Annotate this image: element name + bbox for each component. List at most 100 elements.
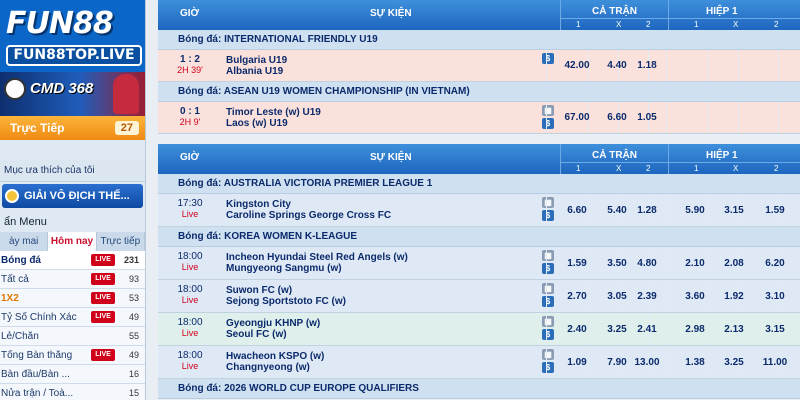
stats-icon[interactable]: $ [542, 263, 554, 274]
odds-cell[interactable]: 1.18 [630, 60, 664, 71]
odds-cell[interactable]: 2.70 [560, 291, 594, 302]
sport-item[interactable]: Bóng đá LIVE 231 [0, 251, 145, 270]
match-row: 18:00 Live Incheon Hyundai Steel Red Angel… [158, 247, 800, 280]
odds-cell[interactable]: 1.59 [560, 258, 594, 269]
league-header[interactable]: Bóng đá: INTERNATIONAL FRIENDLY U19 [158, 30, 800, 50]
odds-cell[interactable]: 2.41 [630, 324, 664, 335]
brand-logo[interactable]: FUN88 FUN88TOP.LIVE [0, 0, 145, 72]
sport-item-label: Tất cả [1, 273, 29, 285]
odds-cell[interactable]: 4.80 [630, 258, 664, 269]
match-time: 17:30 Live [158, 198, 222, 219]
odds-cell[interactable]: 1.38 [678, 357, 712, 368]
field-view-icon[interactable]: ▦ [542, 105, 554, 116]
odds-cell[interactable]: 2.39 [630, 291, 664, 302]
home-team: Incheon Hyundai Steel Red Angels (w) [226, 252, 408, 263]
odds-cell[interactable]: 3.50 [600, 258, 634, 269]
odds-cell[interactable]: 11.00 [758, 357, 792, 368]
odds-cell[interactable]: 2.98 [678, 324, 712, 335]
stats-icon[interactable]: $ [542, 329, 554, 340]
away-team: Changnyeong (w) [226, 362, 310, 373]
away-team: Albania U19 [226, 66, 284, 77]
promo-banner[interactable]: CMD 368 [0, 72, 145, 116]
match-time-primary: 1 : 2 [179, 54, 200, 65]
stats-icon[interactable]: $ [542, 362, 554, 373]
odds-cell[interactable]: 3.25 [600, 324, 634, 335]
odds-cell[interactable]: 67.00 [560, 112, 594, 123]
odds-cell[interactable]: 1.09 [560, 357, 594, 368]
match-teams[interactable]: Timor Leste (w) U19 Laos (w) U19 [226, 107, 526, 129]
match-teams[interactable]: Incheon Hyundai Steel Red Angels (w) Mung… [226, 252, 526, 274]
odds-cell[interactable]: 4.40 [600, 60, 634, 71]
odds-cell[interactable]: 6.60 [560, 205, 594, 216]
match-time-primary: 18:00 [177, 317, 203, 328]
sport-item[interactable]: Lẻ/Chẵn 55 [0, 327, 145, 346]
home-team: Kingston City [226, 199, 291, 210]
odds-cell[interactable]: 6.60 [600, 112, 634, 123]
odds-cell[interactable]: 3.60 [678, 291, 712, 302]
odds-cell[interactable]: 42.00 [560, 60, 594, 71]
odds-cell[interactable]: 1.59 [758, 205, 792, 216]
favorites-link[interactable]: Mục ưa thích của tôi [0, 160, 145, 182]
odds-cell[interactable]: 3.05 [600, 291, 634, 302]
odds-cell[interactable]: 3.25 [717, 357, 751, 368]
odds-cell[interactable]: 2.08 [717, 258, 751, 269]
odds-cell[interactable]: 5.40 [600, 205, 634, 216]
tab-live[interactable]: Trực tiếp [96, 232, 145, 251]
live-button[interactable]: Trực Tiếp 27 [0, 116, 145, 140]
league-header[interactable]: Bóng đá: 2026 WORLD CUP EUROPE QUALIFIER… [158, 379, 800, 399]
match-row: 18:00 Live Hwacheon KSPO (w) Changnyeong (w… [158, 346, 800, 379]
field-view-icon[interactable]: ▦ [542, 349, 554, 360]
tournament-button[interactable]: GIẢI VÔ ĐỊCH THẾ... [2, 184, 143, 208]
field-view-icon[interactable]: ▦ [542, 250, 554, 261]
odds-cell[interactable]: 13.00 [630, 357, 664, 368]
tab-today[interactable]: Hôm nay [48, 232, 97, 251]
league-header[interactable]: Bóng đá: KOREA WOMEN K-LEAGUE [158, 227, 800, 247]
odds-cell[interactable]: 5.90 [678, 205, 712, 216]
header-sub-col: 1 [576, 164, 581, 173]
match-teams[interactable]: Gyeongju KHNP (w) Seoul FC (w) [226, 318, 526, 340]
odds-cell[interactable]: 1.28 [630, 205, 664, 216]
match-teams[interactable]: Suwon FC (w) Sejong Sportstoto FC (w) [226, 285, 526, 307]
field-view-icon[interactable]: ▦ [542, 316, 554, 327]
match-time: 1 : 2 2H 39' [158, 54, 222, 75]
sport-item[interactable]: Bàn đầu/Bàn ... 16 [0, 365, 145, 384]
odds-cell[interactable]: 2.13 [717, 324, 751, 335]
live-label: Trực Tiếp [10, 121, 65, 135]
header-event: SỰ KIỆN [370, 8, 412, 19]
field-view-icon[interactable]: ▦ [542, 197, 554, 208]
sport-item[interactable]: Tất cả LIVE 93 [0, 270, 145, 289]
odds-cell[interactable]: 2.40 [560, 324, 594, 335]
odds-cell[interactable]: 7.90 [600, 357, 634, 368]
sport-item[interactable]: Tỷ Số Chính Xác LIVE 49 [0, 308, 145, 327]
league-header[interactable]: Bóng đá: ASEAN U19 WOMEN CHAMPIONSHIP (I… [158, 82, 800, 102]
table-header: GIỜ SỰ KIỆN CẢ TRẬN HIỆP 1 1 X 2 1 X 2 [158, 144, 800, 174]
match-icons: ▦ $ [542, 283, 556, 309]
sport-item[interactable]: Nửa trận / Toà... 15 [0, 384, 145, 400]
odds-cell[interactable]: 1.05 [630, 112, 664, 123]
header-sub-col: 1 [576, 20, 581, 29]
league-header[interactable]: Bóng đá: AUSTRALIA VICTORIA PREMIER LEAG… [158, 174, 800, 194]
stats-icon[interactable]: $ [542, 53, 554, 64]
sport-item-count: 55 [128, 331, 139, 341]
stats-icon[interactable]: $ [542, 296, 554, 307]
match-teams[interactable]: Hwacheon KSPO (w) Changnyeong (w) [226, 351, 526, 373]
hide-menu-toggle[interactable]: ẩn Menu [0, 212, 145, 232]
sport-item[interactable]: 1X2 LIVE 53 [0, 289, 145, 308]
match-teams[interactable]: Kingston City Caroline Springs George Cro… [226, 199, 526, 221]
match-icons: ▦ $ [542, 316, 556, 342]
live-badge: LIVE [91, 311, 115, 323]
odds-cell[interactable]: 3.15 [758, 324, 792, 335]
odds-cell[interactable]: 3.15 [717, 205, 751, 216]
match-teams[interactable]: Bulgaria U19 Albania U19 [226, 55, 526, 77]
tab-tomorrow[interactable]: ày mai [0, 232, 49, 251]
odds-cell[interactable]: 3.10 [758, 291, 792, 302]
stats-icon[interactable]: $ [542, 210, 554, 221]
odds-cell[interactable]: 6.20 [758, 258, 792, 269]
sport-item[interactable]: Tổng Bàn thắng LIVE 49 [0, 346, 145, 365]
odds-cell[interactable]: 1.92 [717, 291, 751, 302]
header-time: GIỜ [180, 152, 200, 163]
stats-icon[interactable]: $ [542, 118, 554, 129]
odds-cell[interactable]: 2.10 [678, 258, 712, 269]
sport-item-label: Bóng đá [1, 254, 41, 266]
field-view-icon[interactable]: ▦ [542, 283, 554, 294]
